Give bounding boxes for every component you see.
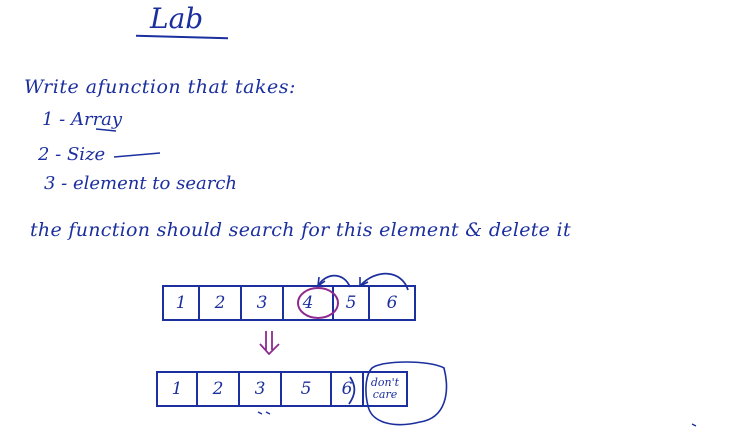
stray-mark [257, 411, 271, 415]
stray-mark [691, 423, 697, 427]
whiteboard: Lab Write afunction that takes: 1 - Arra… [0, 0, 746, 430]
shift-arrow [317, 274, 351, 288]
dont-care-loop [365, 361, 448, 426]
param-underline [113, 152, 161, 158]
shift-bracket [348, 376, 356, 405]
down-arrow [259, 331, 280, 356]
param-underline [95, 128, 117, 132]
annotation-strokes [95, 128, 697, 427]
highlight-circle [297, 287, 339, 319]
